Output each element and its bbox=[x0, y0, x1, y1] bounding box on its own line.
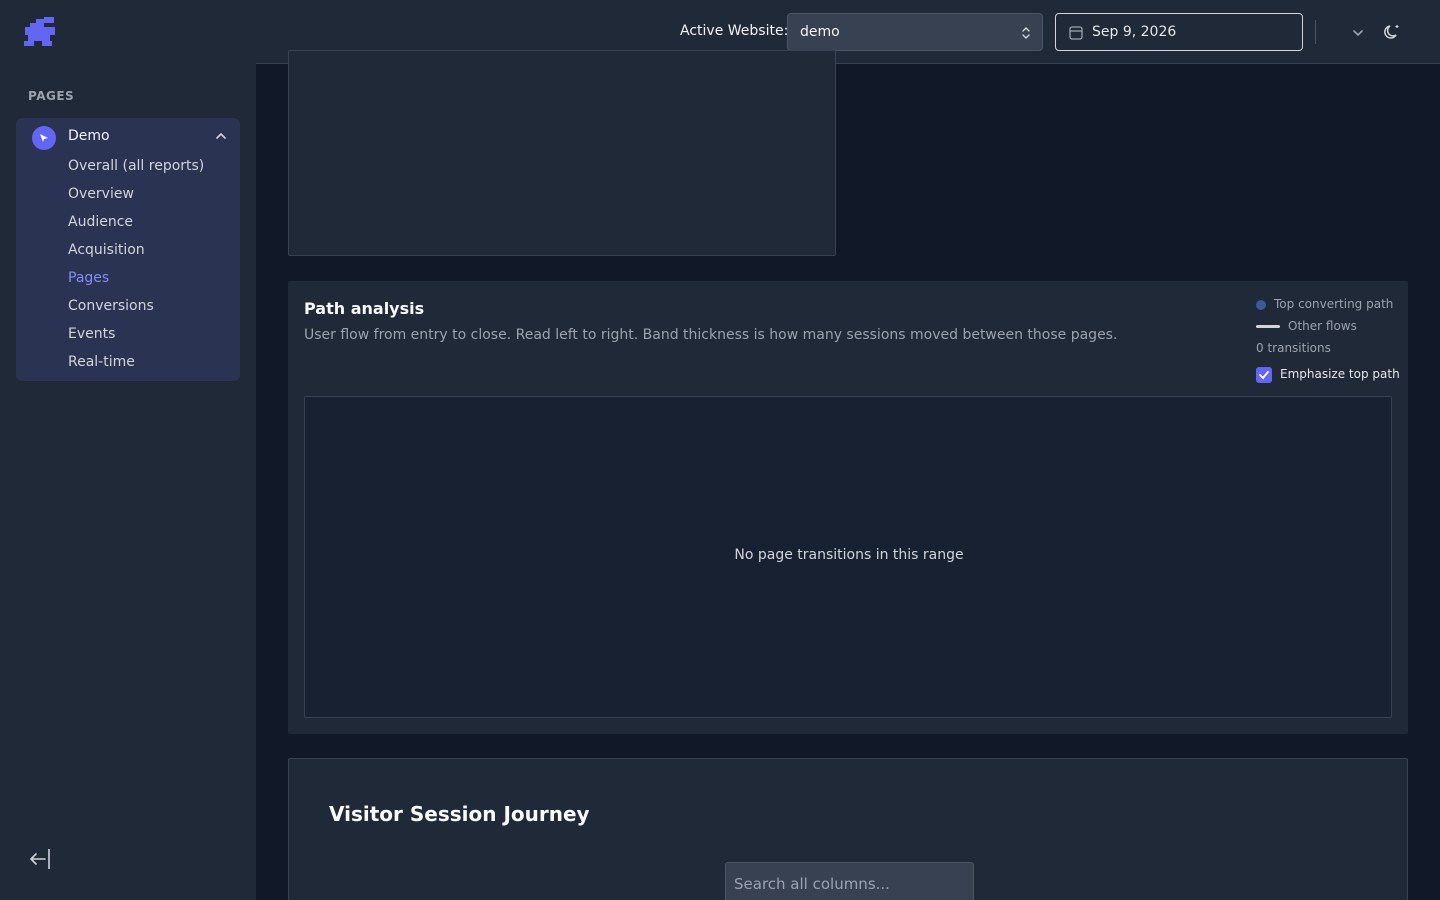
legend-top-converting: Top converting path bbox=[1274, 297, 1394, 311]
visitor-journey-title: Visitor Session Journey bbox=[329, 802, 590, 826]
search-all-columns-input[interactable] bbox=[725, 862, 974, 900]
chevron-down-icon[interactable] bbox=[1351, 26, 1365, 40]
emphasize-top-path-label[interactable]: Emphasize top path bbox=[1280, 367, 1400, 381]
site-name: Demo bbox=[68, 128, 110, 144]
empty-state-message: No page transitions in this range bbox=[734, 547, 964, 563]
report-card bbox=[288, 50, 836, 256]
app-logo-icon[interactable] bbox=[22, 15, 58, 49]
visitor-journey-card: Visitor Session Journey bbox=[288, 758, 1408, 900]
website-select-value: demo bbox=[800, 24, 840, 40]
collapse-sidebar-button[interactable] bbox=[27, 847, 53, 875]
path-flow-area: No page transitions in this range bbox=[304, 396, 1392, 718]
sidebar-section-label: PAGES bbox=[28, 89, 75, 103]
site-avatar bbox=[32, 126, 56, 150]
sidebar: PAGES Demo Overall (all reports) Overvie… bbox=[0, 0, 256, 900]
top-path-legend-dot-icon bbox=[1256, 300, 1266, 310]
emphasize-top-path-checkbox[interactable] bbox=[1256, 367, 1272, 383]
sidebar-item-pages[interactable]: Pages bbox=[68, 270, 109, 286]
path-analysis-title: Path analysis bbox=[304, 299, 425, 318]
sidebar-site-group: Demo Overall (all reports) Overview Audi… bbox=[16, 118, 240, 381]
path-analysis-card: Path analysis User flow from entry to cl… bbox=[288, 281, 1408, 734]
website-select[interactable]: demo bbox=[787, 13, 1043, 51]
sidebar-item-real-time[interactable]: Real-time bbox=[68, 354, 135, 370]
sidebar-item-events[interactable]: Events bbox=[68, 326, 115, 342]
calendar-icon bbox=[1069, 26, 1083, 40]
active-website-label: Active Website: bbox=[680, 23, 789, 39]
legend-other-flows: Other flows bbox=[1288, 319, 1357, 333]
date-value: Sep 9, 2026 bbox=[1092, 24, 1177, 40]
sidebar-item-acquisition[interactable]: Acquisition bbox=[68, 242, 145, 258]
topbar-divider bbox=[1315, 20, 1316, 44]
sidebar-item-conversions[interactable]: Conversions bbox=[68, 298, 154, 314]
transitions-count: 0 transitions bbox=[1256, 341, 1331, 355]
other-flows-legend-line-icon bbox=[1256, 325, 1280, 328]
date-picker[interactable]: Sep 9, 2026 bbox=[1055, 13, 1303, 51]
check-icon bbox=[1259, 371, 1269, 380]
moon-icon[interactable] bbox=[1382, 22, 1402, 42]
sidebar-item-audience[interactable]: Audience bbox=[68, 214, 133, 230]
chevron-up-icon[interactable] bbox=[214, 129, 228, 143]
path-analysis-description: User flow from entry to close. Read left… bbox=[304, 327, 1118, 343]
cursor-icon bbox=[40, 134, 48, 142]
select-arrows-icon bbox=[1022, 27, 1030, 39]
sidebar-item-overall[interactable]: Overall (all reports) bbox=[68, 158, 204, 174]
sidebar-item-overview[interactable]: Overview bbox=[68, 186, 134, 202]
sidebar-site-header[interactable]: Demo bbox=[16, 118, 240, 156]
arrow-left-collapse-icon bbox=[29, 849, 50, 869]
